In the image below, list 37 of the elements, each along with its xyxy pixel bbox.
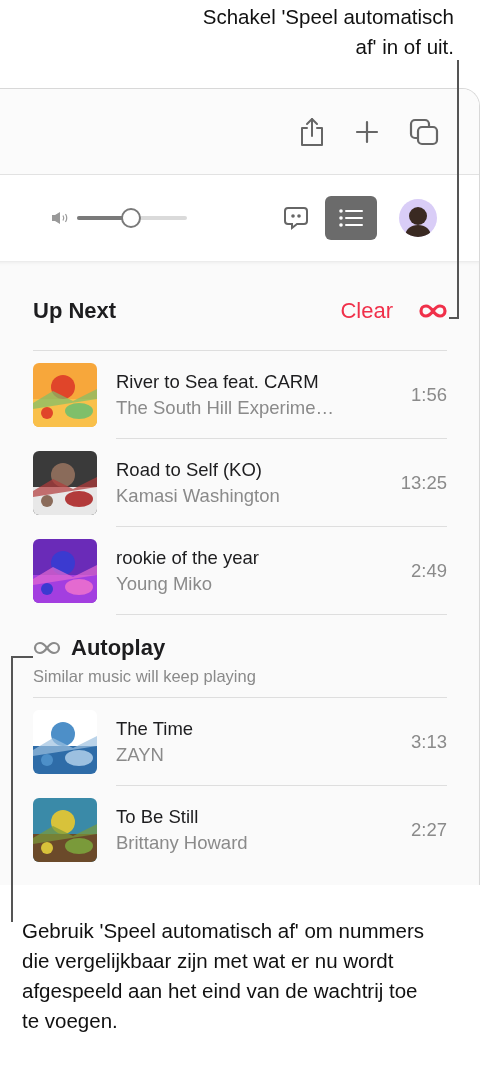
section-title: Up Next bbox=[33, 298, 117, 324]
artist-name: Brittany Howard bbox=[116, 831, 249, 854]
callout-text: Schakel 'Speel automatisch af' in of uit. bbox=[201, 4, 454, 60]
artist-name: Kamasi Washington bbox=[116, 484, 281, 507]
add-icon[interactable] bbox=[355, 119, 379, 144]
track-row[interactable]: The Time ZAYN 3:13 bbox=[33, 698, 447, 785]
artist-name: Young Miko bbox=[116, 572, 213, 595]
track-row[interactable]: Road to Self (KO) Kamasi Washington 13:25 bbox=[33, 439, 447, 526]
copy-icon[interactable] bbox=[409, 117, 439, 146]
duration: 2:27 bbox=[411, 818, 447, 841]
clear-button[interactable]: Clear bbox=[340, 298, 393, 324]
duration: 2:49 bbox=[411, 559, 447, 582]
song-title: rookie of the year bbox=[116, 546, 260, 569]
track-row[interactable]: rookie of the year Young Miko 2:49 bbox=[33, 527, 447, 614]
song-title: To Be Still bbox=[116, 805, 200, 828]
artist-name: ZAYN bbox=[116, 743, 165, 766]
avatar[interactable] bbox=[399, 199, 437, 237]
volume-icon bbox=[51, 211, 69, 225]
autoplay-icon[interactable] bbox=[419, 304, 447, 318]
infinity-icon bbox=[33, 641, 61, 655]
queue-button[interactable] bbox=[325, 196, 377, 240]
share-icon[interactable] bbox=[299, 116, 325, 147]
track-row[interactable]: River to Sea feat. CARM The South Hill Experime… 1:56 bbox=[33, 351, 447, 438]
slider-thumb[interactable] bbox=[120, 208, 141, 228]
callout-text: Gebruik 'Speel automatisch af' om nummers die vergelijkbaar zijn met wat er nu wordt afgespeeld aan het eind van de wachtrij toe te voegen. bbox=[22, 918, 426, 1034]
section-title: Autoplay bbox=[71, 635, 166, 661]
track-row[interactable]: To Be Still Brittany Howard 2:27 bbox=[33, 786, 447, 873]
song-title: River to Sea feat. CARM bbox=[116, 370, 320, 393]
artist-name: The South Hill Experime… bbox=[116, 396, 335, 419]
lyrics-icon[interactable] bbox=[283, 205, 309, 231]
list-icon bbox=[339, 209, 363, 227]
duration: 1:56 bbox=[411, 383, 447, 406]
section-subtitle: Similar music will keep playing bbox=[33, 667, 256, 686]
song-title: The Time bbox=[116, 717, 195, 740]
duration: 3:13 bbox=[411, 730, 447, 753]
song-title: Road to Self (KO) bbox=[116, 458, 263, 481]
duration: 13:25 bbox=[400, 471, 447, 494]
